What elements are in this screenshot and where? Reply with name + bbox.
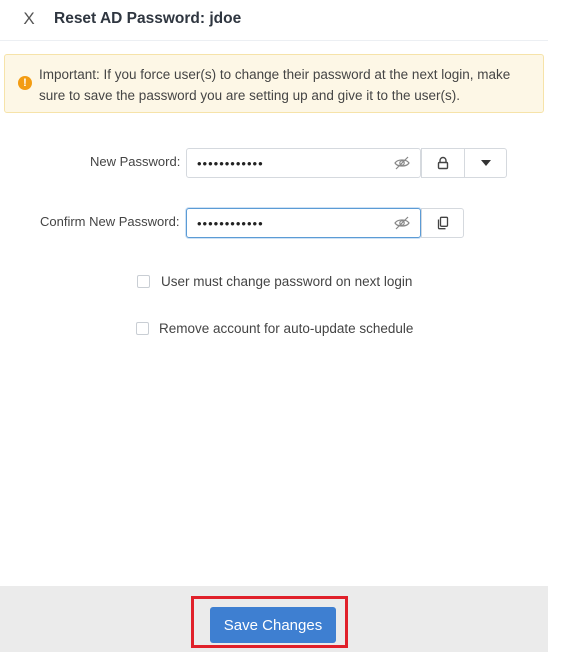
new-password-label: New Password: (90, 154, 181, 169)
eye-slash-icon[interactable] (394, 156, 410, 170)
eye-slash-icon[interactable] (394, 216, 410, 230)
remove-auto-update-label[interactable]: Remove account for auto-update schedule (159, 321, 413, 336)
dialog-header: X Reset AD Password: jdoe (0, 0, 548, 41)
confirm-password-label: Confirm New Password: (40, 214, 180, 229)
dialog-title: Reset AD Password: jdoe (54, 10, 242, 27)
copy-password-button[interactable] (421, 208, 464, 238)
notice-text: Important: If you force user(s) to chang… (39, 67, 511, 103)
save-changes-button[interactable]: Save Changes (210, 607, 336, 643)
confirm-password-value: •••••••••••• (197, 216, 264, 231)
dialog-footer: Save Changes (0, 586, 548, 652)
important-notice: ! Important: If you force user(s) to cha… (4, 54, 544, 113)
force-change-checkbox[interactable] (137, 275, 150, 288)
confirm-password-field[interactable]: •••••••••••• (186, 208, 421, 238)
new-password-field[interactable]: •••••••••••• (186, 148, 421, 178)
exclamation-icon: ! (18, 76, 32, 90)
copy-icon (437, 216, 448, 230)
close-icon[interactable]: X (20, 9, 38, 29)
lock-icon (437, 156, 449, 170)
caret-down-icon (480, 160, 491, 166)
save-highlight-frame: Save Changes (191, 596, 348, 648)
generate-password-button[interactable] (421, 148, 464, 178)
force-change-label[interactable]: User must change password on next login (161, 274, 412, 289)
remove-auto-update-checkbox[interactable] (136, 322, 149, 335)
new-password-value: •••••••••••• (197, 156, 264, 171)
password-options-dropdown[interactable] (464, 148, 507, 178)
